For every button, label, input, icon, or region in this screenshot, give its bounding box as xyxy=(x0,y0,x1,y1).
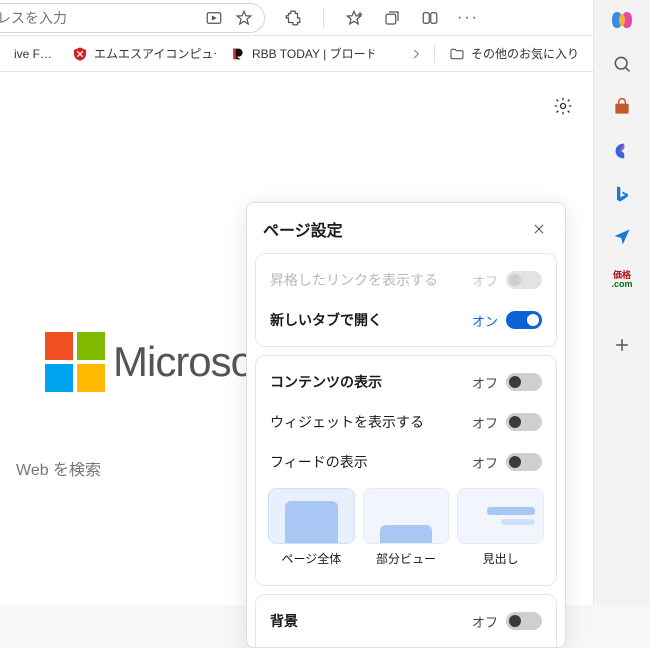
microsoft-logo-text: Microso xyxy=(113,338,253,386)
layout-options: ページ全体 部分ビュー 見出し xyxy=(256,482,556,579)
setting-label: ウィジェットを表示する xyxy=(270,412,472,432)
toggle-show-widget[interactable] xyxy=(506,413,542,431)
setting-state: オフ xyxy=(472,612,498,631)
separator xyxy=(434,45,435,63)
setting-state: オン xyxy=(472,311,498,330)
send-icon[interactable] xyxy=(610,226,634,247)
other-favorites[interactable]: その他のお気に入り xyxy=(443,41,585,66)
setting-promoted-links: 昇格したリンクを表示する オフ xyxy=(256,260,556,300)
address-bar[interactable] xyxy=(0,3,265,33)
setting-state: オフ xyxy=(472,271,498,290)
toggle-background[interactable] xyxy=(506,612,542,630)
layout-option-partial[interactable]: 部分ビュー xyxy=(363,488,450,567)
setting-label: 昇格したリンクを表示する xyxy=(270,270,472,290)
search-icon[interactable] xyxy=(610,54,634,75)
copilot-icon[interactable] xyxy=(610,8,634,32)
setting-label: 新しいタブで開く xyxy=(270,310,472,330)
close-icon[interactable] xyxy=(529,219,549,239)
toolbar-actions: ··· xyxy=(283,8,484,28)
setting-state: オフ xyxy=(472,413,498,432)
page-settings-panel: ページ設定 昇格したリンクを表示する オフ 新しいタブで開く オン xyxy=(246,202,566,648)
bookmarks-bar: ive F… エムエスアイコンピュータ… RBB TODAY | ブロード… そ… xyxy=(0,36,593,72)
layout-label: 部分ビュー xyxy=(376,552,436,566)
panel-title: ページ設定 xyxy=(263,217,343,241)
setting-label: コンテンツの表示 xyxy=(270,372,472,392)
setting-label: フィードの表示 xyxy=(270,452,472,472)
bookmark-favicon-icon xyxy=(72,46,88,62)
layout-label: 見出し xyxy=(483,552,519,566)
layout-option-full[interactable]: ページ全体 xyxy=(268,488,355,567)
panel-body[interactable]: 昇格したリンクを表示する オフ 新しいタブで開く オン コンテンツの表示 オフ xyxy=(247,253,565,648)
setting-show-widget: ウィジェットを表示する オフ xyxy=(256,402,556,442)
setting-open-new-tab: 新しいタブで開く オン xyxy=(256,300,556,340)
layout-option-headlines[interactable]: 見出し xyxy=(457,488,544,567)
bookmark-label: その他のお気に入り xyxy=(471,45,579,62)
address-input[interactable] xyxy=(0,10,204,26)
toolbar-separator xyxy=(323,8,324,28)
setting-show-feed: フィードの表示 オフ xyxy=(256,442,556,482)
web-search[interactable] xyxy=(0,452,240,490)
bookmark-label: エムエスアイコンピュータ… xyxy=(94,45,216,62)
bookmark-item[interactable]: エムエスアイコンピュータ… xyxy=(66,41,216,66)
bookmark-item[interactable]: RBB TODAY | ブロード… xyxy=(224,41,374,66)
chevron-right-icon[interactable] xyxy=(406,44,426,64)
folder-icon xyxy=(449,46,465,62)
reading-mode-icon[interactable] xyxy=(204,8,224,28)
collections-icon[interactable] xyxy=(382,8,402,28)
panel-header: ページ設定 xyxy=(247,203,565,253)
layout-thumb-icon xyxy=(457,488,544,544)
web-search-input[interactable] xyxy=(16,462,224,480)
layout-thumb-icon xyxy=(268,488,355,544)
browser-toolbar: ··· xyxy=(0,0,650,36)
microsoft-logo: Microso xyxy=(45,332,253,392)
setting-state: オフ xyxy=(472,453,498,472)
kakaku-icon[interactable]: 価格 .com xyxy=(610,269,634,290)
more-icon[interactable]: ··· xyxy=(458,8,478,28)
layout-thumb-icon xyxy=(363,488,450,544)
app-icon[interactable] xyxy=(610,140,634,162)
bing-icon[interactable] xyxy=(610,184,634,205)
toggle-show-feed[interactable] xyxy=(506,453,542,471)
setting-background: 背景 オフ xyxy=(256,601,556,641)
gear-icon[interactable] xyxy=(553,96,573,116)
toggle-promoted-links xyxy=(506,271,542,289)
settings-card-links: 昇格したリンクを表示する オフ 新しいタブで開く オン xyxy=(255,253,557,347)
favorite-star-icon[interactable] xyxy=(234,8,254,28)
layout-label: ページ全体 xyxy=(281,552,341,566)
toggle-open-new-tab[interactable] xyxy=(506,311,542,329)
bookmark-item[interactable]: ive F… xyxy=(8,43,58,65)
setting-state: オフ xyxy=(472,373,498,392)
toggle-content-display[interactable] xyxy=(506,373,542,391)
bookmark-label: RBB TODAY | ブロード… xyxy=(252,45,374,62)
microsoft-logo-icon xyxy=(45,332,105,392)
favorites-icon[interactable] xyxy=(344,8,364,28)
new-tab-page: Microso ページ設定 昇格したリンクを表示する オフ 新しいタブで開く オ… xyxy=(0,72,593,605)
split-screen-icon[interactable] xyxy=(420,8,440,28)
settings-card-content: コンテンツの表示 オフ ウィジェットを表示する オフ フィードの表示 オフ xyxy=(255,355,557,586)
extensions-icon[interactable] xyxy=(283,8,303,28)
setting-label: 背景 xyxy=(270,611,472,631)
settings-card-background: 背景 オフ 背景の編集 xyxy=(255,594,557,648)
bookmark-favicon-icon xyxy=(230,46,246,62)
shopping-icon[interactable] xyxy=(610,97,634,118)
setting-content-display: コンテンツの表示 オフ xyxy=(256,362,556,402)
bookmark-label: ive F… xyxy=(14,47,52,61)
edge-sidebar: 価格 .com xyxy=(593,0,650,605)
add-icon[interactable] xyxy=(610,334,634,355)
